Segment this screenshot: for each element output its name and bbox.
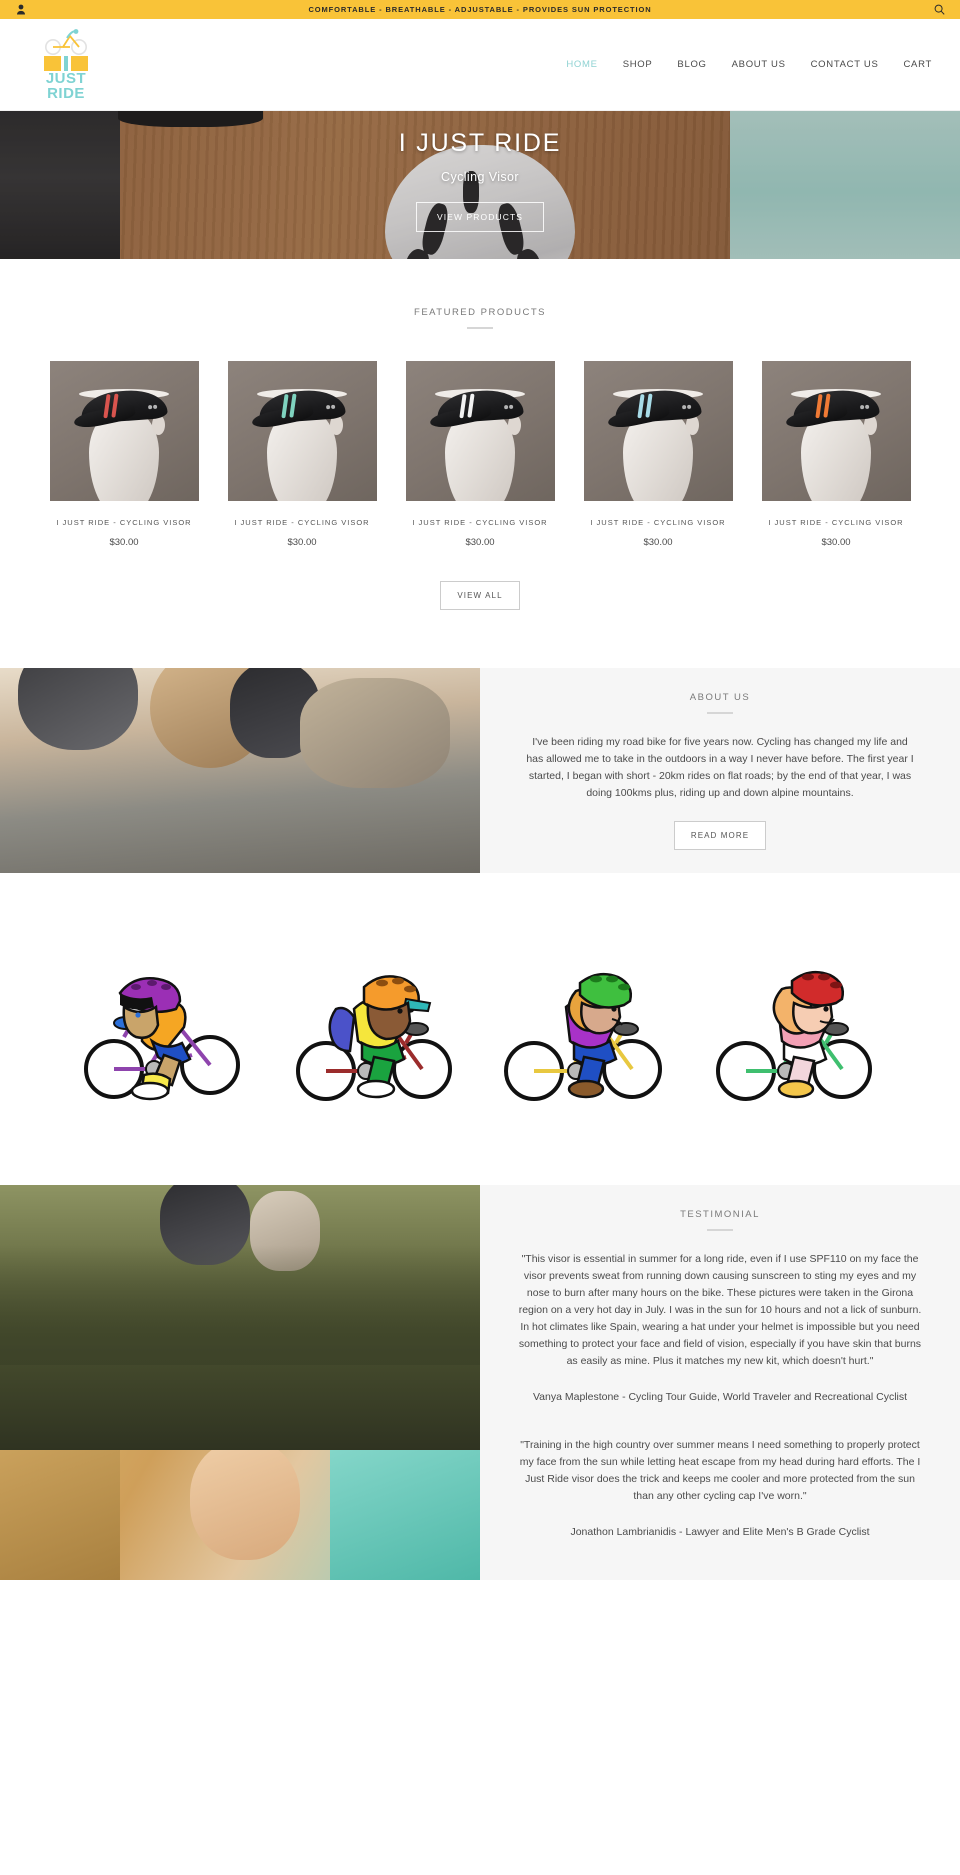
site-header: JUST RIDE HOME SHOP BLOG ABOUT US CONTAC… [0, 19, 960, 111]
nav-item-blog[interactable]: BLOG [677, 59, 706, 70]
testimonial-section: TESTIMONIAL "This visor is essential in … [0, 1185, 960, 1580]
product-title: I JUST RIDE - CYCLING VISOR [768, 518, 904, 527]
announcement-bar: COMFORTABLE - BREATHABLE - ADJUSTABLE - … [0, 0, 960, 19]
testimonial-quote: "Training in the high country over summe… [519, 1439, 921, 1502]
logo-word-just: JUST [45, 69, 87, 87]
product-card[interactable]: I JUST RIDE - CYCLING VISOR $30.00 [405, 361, 555, 548]
testimonial-text-panel: TESTIMONIAL "This visor is essential in … [480, 1185, 960, 1580]
heading-rule [707, 1229, 733, 1231]
testimonial-photo-field [0, 1185, 480, 1450]
hero-subtitle: Cycling Visor [441, 170, 519, 184]
product-title: I JUST RIDE - CYCLING VISOR [590, 518, 726, 527]
product-card[interactable]: I JUST RIDE - CYCLING VISOR $30.00 [227, 361, 377, 548]
nav-item-cart[interactable]: CART [904, 59, 933, 70]
read-more-wrapper: READ MORE [526, 821, 914, 850]
about-heading-block: ABOUT US [526, 692, 914, 714]
view-all-wrapper: VIEW ALL [0, 581, 960, 610]
product-price: $30.00 [287, 537, 317, 548]
testimonial-heading-block: TESTIMONIAL [518, 1209, 922, 1231]
product-price: $30.00 [465, 537, 495, 548]
testimonial-photos [0, 1185, 480, 1580]
testimonial-author: Vanya Maplestone - Cycling Tour Guide, W… [532, 1391, 908, 1403]
search-icon[interactable] [932, 3, 946, 17]
cyclist-illustration-row [0, 873, 960, 1123]
cyclist-illustration-orange-helmet [284, 941, 466, 1123]
cyclist-red-helmet-icon [716, 970, 872, 1101]
nav-item-home[interactable]: HOME [566, 59, 597, 70]
heading-rule [707, 712, 733, 714]
product-card[interactable]: I JUST RIDE - CYCLING VISOR $30.00 [583, 361, 733, 548]
cyclist-purple-helmet-icon [84, 977, 240, 1101]
hero-title: I JUST RIDE [398, 129, 562, 157]
view-products-button[interactable]: VIEW PRODUCTS [415, 202, 545, 232]
product-price: $30.00 [643, 537, 673, 548]
cyclist-orange-helmet-icon [296, 975, 452, 1101]
heading-rule [467, 327, 493, 329]
product-image[interactable] [405, 361, 555, 501]
product-card[interactable]: I JUST RIDE - CYCLING VISOR $30.00 [761, 361, 911, 548]
nav-item-about-us[interactable]: ABOUT US [732, 59, 786, 70]
nav-item-shop[interactable]: SHOP [623, 59, 653, 70]
main-nav: HOME SHOP BLOG ABOUT US CONTACT US CART [566, 59, 932, 70]
site-logo[interactable]: JUST RIDE [40, 28, 92, 102]
bicycle-icon [45, 28, 87, 55]
product-price: $30.00 [821, 537, 851, 548]
account-icon[interactable] [14, 3, 28, 17]
logo-word-ride: RIDE [47, 84, 85, 102]
product-image[interactable] [49, 361, 199, 501]
testimonial-author: Jonathon Lambrianidis - Lawyer and Elite… [570, 1526, 870, 1538]
cyclist-illustration-red-helmet [704, 941, 886, 1123]
product-image[interactable] [583, 361, 733, 501]
nav-item-contact-us[interactable]: CONTACT US [811, 59, 879, 70]
view-all-button[interactable]: VIEW ALL [440, 581, 520, 610]
product-title: I JUST RIDE - CYCLING VISOR [412, 518, 548, 527]
about-photo [0, 668, 480, 873]
testimonial-photo-portrait [0, 1450, 480, 1580]
hero-banner: I JUST RIDE Cycling Visor VIEW PRODUCTS [0, 111, 960, 259]
cyclist-illustration-green-helmet [494, 941, 676, 1123]
testimonial-heading: TESTIMONIAL [680, 1209, 760, 1220]
logo-blocks [44, 55, 88, 71]
product-title: I JUST RIDE - CYCLING VISOR [234, 518, 370, 527]
testimonial-quote: "This visor is essential in summer for a… [518, 1253, 922, 1367]
product-card[interactable]: I JUST RIDE - CYCLING VISOR $30.00 [49, 361, 199, 548]
product-grid: I JUST RIDE - CYCLING VISOR $30.00 I JUS… [0, 361, 960, 548]
cyclist-illustration-purple-helmet [74, 941, 256, 1123]
featured-products-section: FEATURED PRODUCTS I JUST RIDE - CYCLING … [0, 259, 960, 610]
featured-heading-block: FEATURED PRODUCTS [0, 307, 960, 329]
cyclist-green-helmet-icon [504, 972, 662, 1101]
about-body-text: I've been riding my road bike for five y… [526, 736, 914, 799]
product-price: $30.00 [109, 537, 139, 548]
product-title: I JUST RIDE - CYCLING VISOR [56, 518, 192, 527]
product-image[interactable] [761, 361, 911, 501]
announcement-text: COMFORTABLE - BREATHABLE - ADJUSTABLE - … [308, 5, 652, 14]
about-heading: ABOUT US [689, 692, 751, 703]
about-section: ABOUT US I've been riding my road bike f… [0, 668, 960, 873]
featured-heading: FEATURED PRODUCTS [414, 307, 546, 318]
read-more-button[interactable]: READ MORE [673, 821, 767, 850]
product-image[interactable] [227, 361, 377, 501]
about-text-panel: ABOUT US I've been riding my road bike f… [480, 668, 960, 873]
